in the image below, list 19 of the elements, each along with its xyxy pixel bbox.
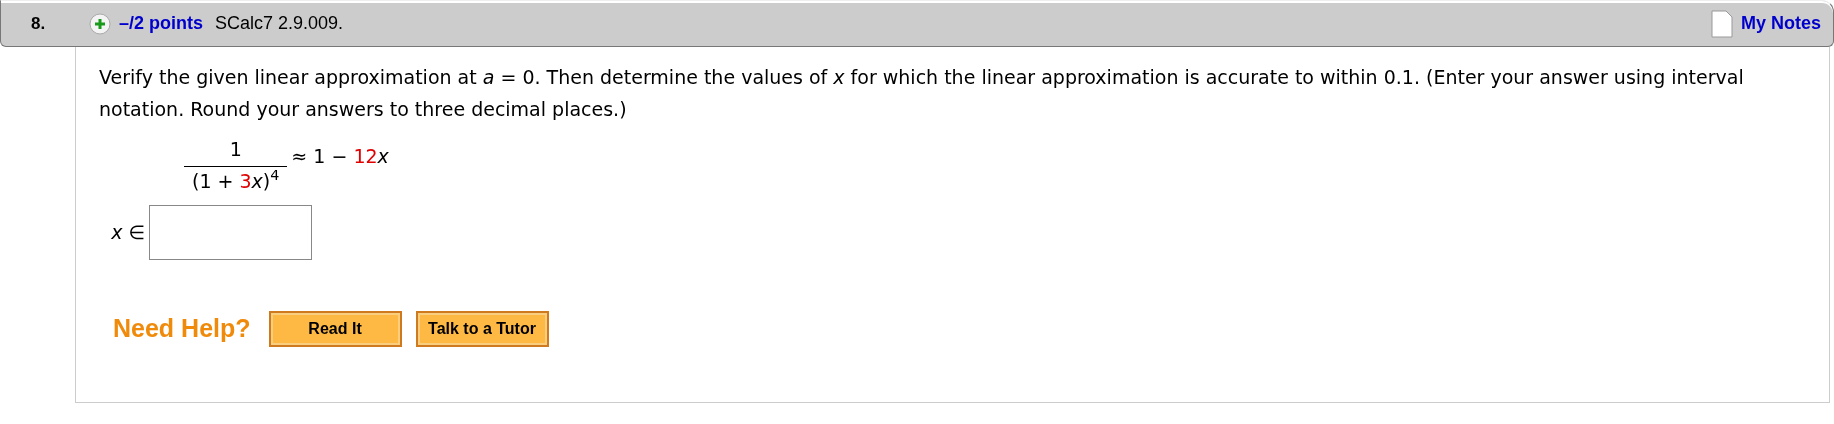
answer-field[interactable] xyxy=(149,205,312,260)
formula-term: ≈ 1 − xyxy=(291,144,349,167)
question-code: SCalc7 2.9.009. xyxy=(215,12,344,35)
my-notes-link[interactable]: My Notes xyxy=(1741,10,1821,37)
formula-term: (1 + xyxy=(192,169,235,192)
question-number: 8. xyxy=(30,12,47,35)
formula-term: 12 xyxy=(353,144,378,167)
help-button[interactable]: Talk to a Tutor xyxy=(415,310,549,347)
formula-term: x xyxy=(377,144,389,167)
formula-term: x)$^{4}$ xyxy=(251,169,280,192)
answer-label: x ∈ xyxy=(110,220,146,246)
need-help-label: Need Help? xyxy=(113,313,251,344)
question-text: Verify the given linear approximation at a = 0. Then determine the values of x for which the linear approximation is accurate to within 0.1. (Enter your answer using interval notation. Round your answers to three decimal places.) xyxy=(99,65,1745,122)
formula-term: 1 xyxy=(229,138,242,160)
formula-term: 3 xyxy=(239,169,252,192)
points-label: –/2 points xyxy=(119,12,203,35)
help-button[interactable]: Read It xyxy=(268,310,402,347)
plus-icon[interactable] xyxy=(89,12,111,35)
note-icon[interactable] xyxy=(1711,9,1733,38)
